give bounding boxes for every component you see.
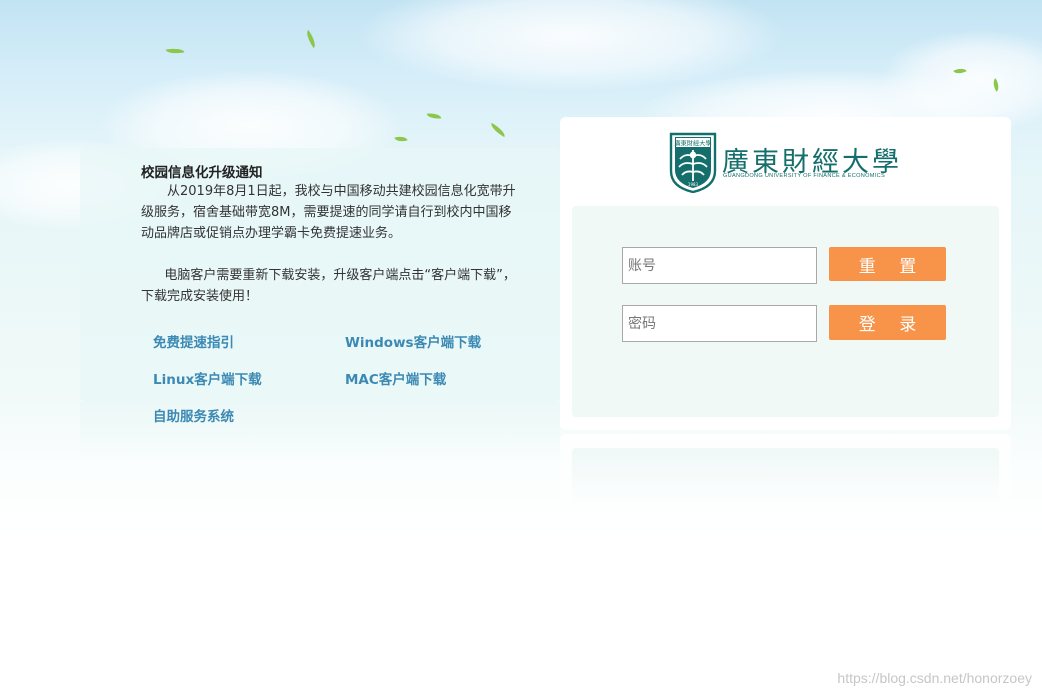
windows-download-link[interactable]: Windows客户端下载 bbox=[345, 331, 481, 351]
reset-button[interactable]: 重 置 bbox=[829, 247, 946, 281]
notice-paragraph: 从2019年8月1日起，我校与中国移动共建校园信息化宽带升级服务，宿舍基础带宽8… bbox=[141, 184, 516, 241]
password-input[interactable] bbox=[622, 305, 817, 342]
emblem-year: 1983 bbox=[688, 182, 699, 187]
cloud-decoration bbox=[360, 0, 780, 90]
leaf-decoration bbox=[165, 46, 185, 56]
university-name-english: GUANGDONG UNIVERSITY OF FINANCE & ECONOM… bbox=[723, 173, 885, 179]
login-button[interactable]: 登 录 bbox=[829, 305, 946, 340]
watermark: https://blog.csdn.net/honorzoey bbox=[837, 670, 1032, 686]
leaf-decoration bbox=[426, 112, 442, 120]
notice-paragraph: 电脑客户需要重新下载安装，升级客户端点击“客户端下载”，下载完成安装使用！ bbox=[141, 268, 516, 304]
mac-download-link[interactable]: MAC客户端下载 bbox=[345, 368, 446, 388]
linux-download-link[interactable]: Linux客户端下载 bbox=[153, 368, 262, 388]
notice-title: 校园信息化升级通知 bbox=[141, 165, 263, 181]
emblem-text: 廣東財經大學 bbox=[674, 139, 711, 147]
notice-panel-reflection bbox=[80, 402, 560, 462]
leaf-decoration bbox=[488, 122, 508, 138]
account-input[interactable] bbox=[622, 247, 817, 284]
form-area-reflection bbox=[572, 448, 999, 504]
speedup-guide-link[interactable]: 免费提速指引 bbox=[153, 331, 234, 351]
leaf-decoration bbox=[303, 29, 319, 49]
self-service-link[interactable]: 自助服务系统 bbox=[153, 405, 234, 425]
